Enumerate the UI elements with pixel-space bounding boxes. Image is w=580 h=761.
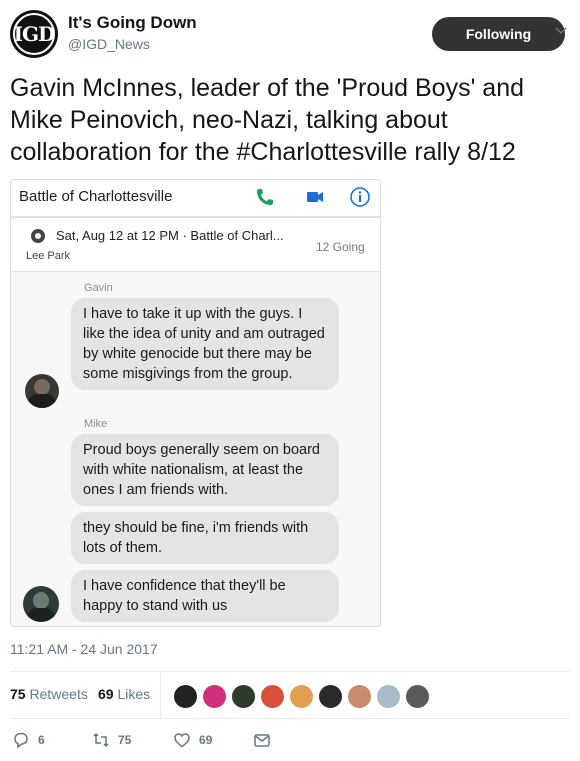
tweet-media-image[interactable]: Battle of Charlottesville Sat, Aug 12 at… bbox=[10, 179, 381, 627]
like-count: 69 bbox=[199, 733, 213, 747]
chat-title: Battle of Charlottesville bbox=[19, 188, 173, 205]
divider bbox=[10, 718, 570, 719]
liker-avatar[interactable] bbox=[405, 684, 430, 709]
author-avatar[interactable]: IGD bbox=[10, 10, 58, 58]
retweets-count: 75 bbox=[10, 686, 26, 702]
event-clock-icon bbox=[31, 229, 45, 243]
phone-icon bbox=[257, 189, 273, 205]
retweets-stat[interactable]: 75 Retweets bbox=[10, 686, 88, 702]
reply-button[interactable]: 6 bbox=[12, 729, 45, 751]
stats-divider bbox=[160, 672, 161, 718]
message-bubble: I have confidence that they'll be happy … bbox=[71, 570, 339, 622]
reply-icon bbox=[14, 732, 28, 749]
tweet-timestamp[interactable]: 11:21 AM - 24 Jun 2017 bbox=[10, 641, 158, 657]
message-icon bbox=[254, 734, 270, 747]
info-icon bbox=[350, 187, 370, 207]
liker-avatar[interactable] bbox=[260, 684, 285, 709]
direct-message-button[interactable] bbox=[253, 729, 271, 751]
likes-count: 69 bbox=[98, 686, 114, 702]
message-sender: Gavin bbox=[84, 282, 113, 294]
retweet-count: 75 bbox=[118, 733, 132, 747]
tweet-header: IGD It's Going Down @IGD_News Following bbox=[10, 10, 570, 60]
event-place: Lee Park bbox=[26, 250, 71, 262]
author-handle[interactable]: @IGD_News bbox=[68, 36, 150, 52]
message-bubble: I have to take it up with the guys. I li… bbox=[71, 298, 339, 390]
likes-label: Likes bbox=[117, 686, 151, 702]
chevron-down-icon[interactable] bbox=[555, 24, 567, 36]
event-going-count: 12 Going bbox=[316, 240, 365, 254]
event-datetime: Sat, Aug 12 at 12 PM · Battle of Charl..… bbox=[56, 228, 284, 243]
heart-icon bbox=[174, 733, 190, 748]
event-banner: Sat, Aug 12 at 12 PM · Battle of Charl..… bbox=[11, 220, 380, 272]
hashtag-link[interactable]: #Charlottesville bbox=[237, 138, 408, 166]
likes-stat[interactable]: 69 Likes bbox=[98, 686, 150, 702]
message-bubble: they should be fine, i'm friends with lo… bbox=[71, 512, 339, 564]
retweets-label: Retweets bbox=[29, 686, 88, 702]
liker-avatar[interactable] bbox=[289, 684, 314, 709]
tweet-stats: 75 Retweets 69 Likes bbox=[10, 672, 570, 718]
liker-avatar[interactable] bbox=[231, 684, 256, 709]
avatar bbox=[25, 374, 59, 408]
following-button[interactable]: Following bbox=[432, 17, 565, 51]
message-sender: Mike bbox=[84, 418, 108, 430]
liker-avatar[interactable] bbox=[376, 684, 401, 709]
tweet-actions: 6 75 69 bbox=[10, 729, 570, 753]
tweet-text: Gavin McInnes, leader of the 'Proud Boys… bbox=[10, 72, 575, 168]
liker-avatar[interactable] bbox=[318, 684, 343, 709]
chat-header: Battle of Charlottesville bbox=[11, 180, 380, 218]
retweet-button[interactable]: 75 bbox=[92, 729, 131, 751]
like-button[interactable]: 69 bbox=[173, 729, 212, 751]
message-bubble: Proud boys generally seem on board with … bbox=[71, 434, 339, 506]
liker-avatar[interactable] bbox=[347, 684, 372, 709]
tweet-text-part2: rally 8/12 bbox=[407, 138, 516, 166]
liker-avatar[interactable] bbox=[173, 684, 198, 709]
reply-count: 6 bbox=[38, 733, 45, 747]
video-icon bbox=[307, 192, 323, 202]
retweet-icon bbox=[93, 732, 109, 748]
author-display-name[interactable]: It's Going Down bbox=[68, 13, 197, 33]
avatar bbox=[23, 586, 59, 622]
liker-avatar[interactable] bbox=[202, 684, 227, 709]
